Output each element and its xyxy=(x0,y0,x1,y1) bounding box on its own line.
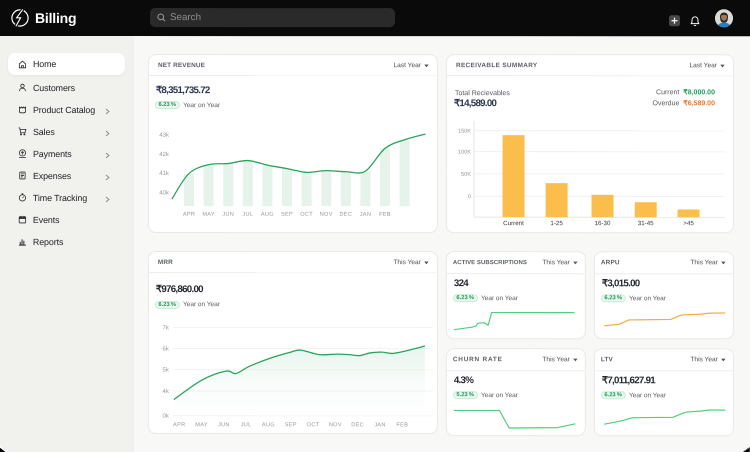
svg-text:MAY: MAY xyxy=(195,422,208,428)
svg-text:1-25: 1-25 xyxy=(550,220,563,227)
svg-text:31-45: 31-45 xyxy=(638,220,654,227)
svg-text:150K: 150K xyxy=(458,129,471,135)
svg-text:0: 0 xyxy=(468,194,471,200)
svg-text:SEP: SEP xyxy=(281,212,293,218)
svg-text:JUL: JUL xyxy=(242,212,253,218)
svg-text:FEB: FEB xyxy=(379,212,391,218)
svg-text:OCT: OCT xyxy=(300,212,313,218)
svg-text:5k: 5k xyxy=(163,368,170,374)
svg-text:43k: 43k xyxy=(159,133,170,139)
svg-text:APR: APR xyxy=(183,212,195,218)
svg-text:16-30: 16-30 xyxy=(595,220,611,227)
svg-text:4k: 4k xyxy=(163,389,170,395)
svg-text:50K: 50K xyxy=(461,172,471,178)
svg-text:100K: 100K xyxy=(458,150,471,156)
svg-text:JAN: JAN xyxy=(360,212,371,218)
svg-text:MAY: MAY xyxy=(202,212,215,218)
svg-text:JUN: JUN xyxy=(218,422,230,428)
svg-text:OCT: OCT xyxy=(307,422,320,428)
svg-text:41k: 41k xyxy=(159,171,170,177)
svg-text:42k: 42k xyxy=(159,152,170,158)
svg-text:JUN: JUN xyxy=(222,212,234,218)
svg-text:6k: 6k xyxy=(163,346,170,352)
svg-text:0k: 0k xyxy=(163,414,170,420)
svg-text:DEC: DEC xyxy=(339,212,352,218)
svg-text:FEB: FEB xyxy=(396,422,408,428)
svg-text:7k: 7k xyxy=(163,325,170,331)
svg-text:AUG: AUG xyxy=(262,422,275,428)
svg-text:>45: >45 xyxy=(683,220,694,227)
svg-text:APR: APR xyxy=(173,422,185,428)
svg-text:SEP: SEP xyxy=(285,422,297,428)
svg-text:JAN: JAN xyxy=(374,422,385,428)
svg-text:NOV: NOV xyxy=(329,422,342,428)
svg-text:NOV: NOV xyxy=(320,212,333,218)
svg-text:Current: Current xyxy=(503,220,524,227)
svg-text:AUG: AUG xyxy=(261,212,274,218)
svg-text:JUL: JUL xyxy=(241,422,252,428)
svg-text:40k: 40k xyxy=(159,191,170,197)
svg-text:DEC: DEC xyxy=(351,422,364,428)
